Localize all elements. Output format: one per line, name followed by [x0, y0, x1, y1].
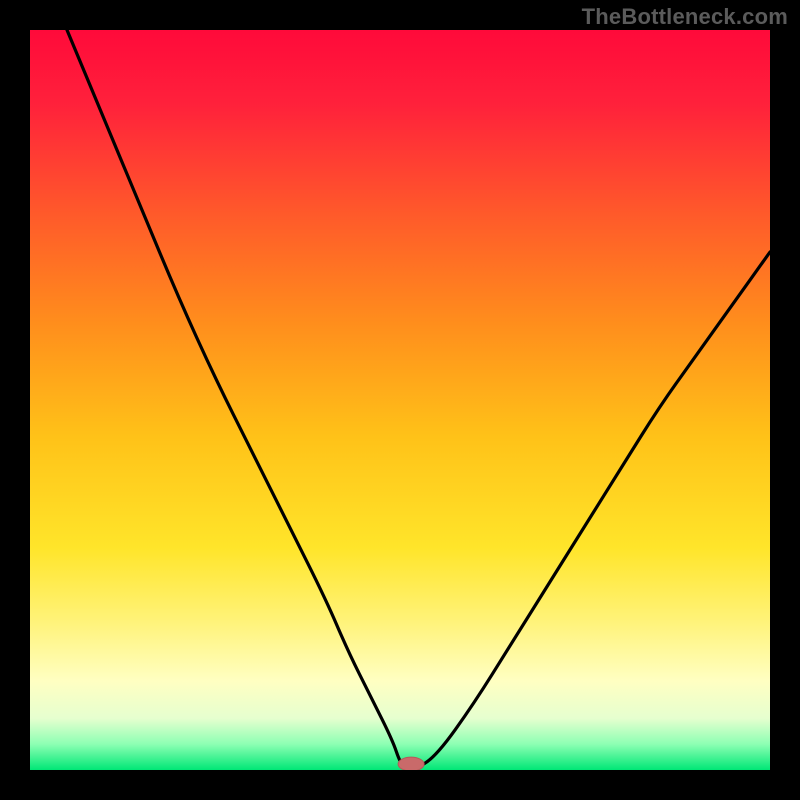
- watermark-text: TheBottleneck.com: [582, 4, 788, 30]
- optimal-point-marker: [398, 757, 424, 770]
- chart-frame: TheBottleneck.com: [0, 0, 800, 800]
- chart-svg: [30, 30, 770, 770]
- gradient-background: [30, 30, 770, 770]
- plot-area: [30, 30, 770, 770]
